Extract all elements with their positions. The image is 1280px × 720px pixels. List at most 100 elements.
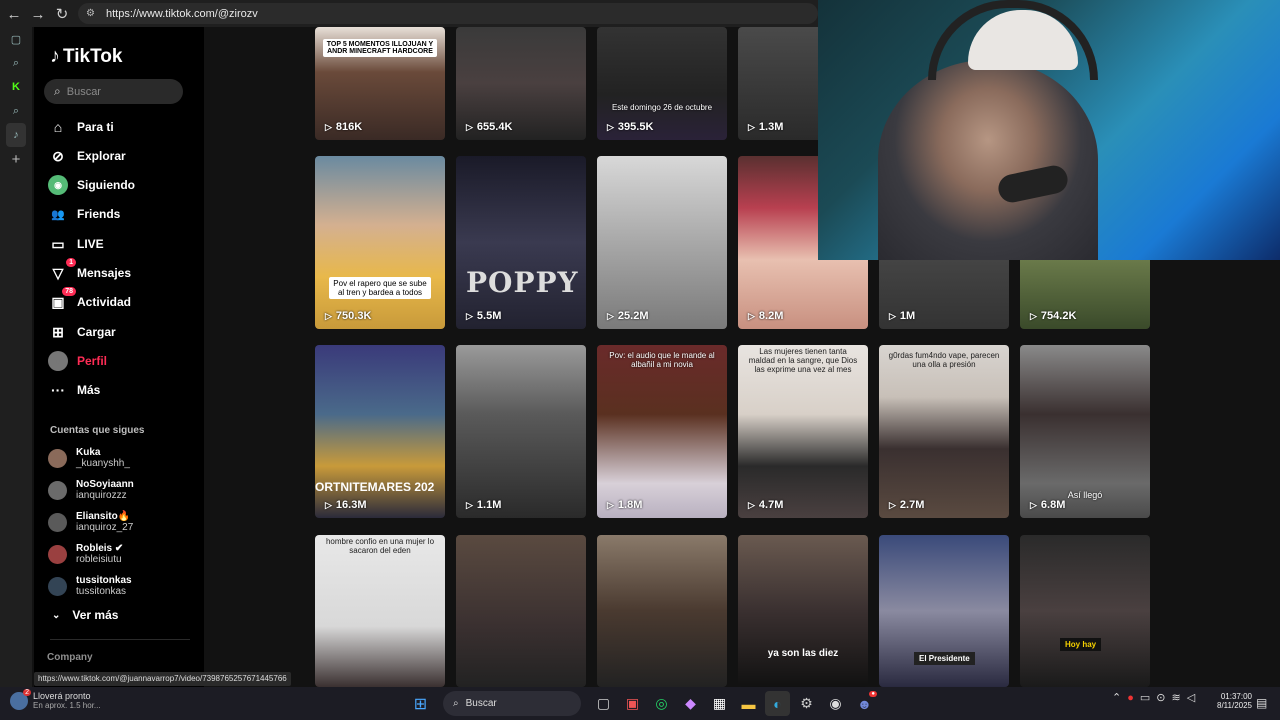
mic-icon[interactable]: ⊙ — [1156, 691, 1165, 704]
search-icon: ⌕ — [54, 84, 61, 98]
video-tile[interactable]: ▷ 25.2M — [597, 156, 727, 329]
site-info-icon[interactable]: ⚙ — [86, 8, 98, 20]
video-tile[interactable]: ORTNITEMARES 202 ▷ 16.3M — [315, 345, 445, 518]
tiktok-sidebar: ♪ TikTok ⌕ Buscar ⌂ Para ti ⊘ Explorar ◉… — [34, 27, 204, 687]
company-link[interactable]: Company — [47, 652, 93, 663]
avatar — [48, 576, 67, 596]
play-icon: ▷ — [607, 310, 614, 321]
sidebar-item-para-ti[interactable]: ⌂ Para ti — [48, 115, 114, 139]
weather-icon: 2 — [10, 688, 31, 710]
forward-icon[interactable]: → — [26, 2, 50, 26]
settings-icon[interactable]: ⚙ — [794, 691, 819, 716]
ver-mas-button[interactable]: ⌄ Ver más — [52, 608, 118, 622]
video-tile[interactable]: POPPY ▷ 5.5M — [456, 156, 586, 329]
play-icon: ▷ — [325, 310, 332, 321]
task-view-icon[interactable]: ▢ — [591, 691, 616, 716]
copilot-icon[interactable]: ◆ — [678, 691, 703, 716]
compass-icon: ⊘ — [52, 147, 64, 164]
play-icon: ▷ — [607, 499, 614, 510]
video-tile[interactable]: Este domingo 26 de octubre ▷ 395.5K — [597, 27, 727, 140]
discord-icon[interactable]: ☻ ● — [852, 691, 877, 716]
video-tile[interactable]: El Presidente — [879, 535, 1009, 687]
sidebar-item-mas[interactable]: ··· Más — [48, 378, 100, 402]
followed-account[interactable]: Eliansito🔥 ianquiroz_27 — [48, 507, 133, 537]
start-icon[interactable]: ⊞ — [408, 691, 433, 716]
video-tile[interactable]: g0rdas fum4ndo vape, parecen una olla a … — [879, 345, 1009, 518]
notification-icon[interactable]: ▤ — [1256, 696, 1267, 710]
sidebar-item-explorar[interactable]: ⊘ Explorar — [48, 144, 126, 168]
volume-icon[interactable]: ◁ — [1187, 691, 1195, 704]
play-icon: ▷ — [466, 310, 473, 321]
file-explorer-icon[interactable]: ▬ — [736, 691, 761, 716]
video-tile[interactable] — [456, 535, 586, 687]
video-tile[interactable]: ya son las diez — [738, 535, 868, 687]
divider — [50, 639, 190, 640]
whatsapp-icon[interactable]: ◎ — [649, 691, 674, 716]
edge-icon[interactable]: ◐ — [765, 691, 790, 716]
wifi-icon[interactable]: ≋ — [1172, 691, 1181, 704]
reload-icon[interactable]: ↻ — [50, 2, 74, 26]
video-tile[interactable]: Así llegó ▷ 6.8M — [1020, 345, 1150, 518]
url-text: https://www.tiktok.com/@zirozv — [106, 7, 258, 20]
sidebar-item-cargar[interactable]: ⊞ Cargar — [48, 320, 116, 344]
sidebar-item-mensajes[interactable]: ▽ 1 Mensajes — [48, 258, 131, 285]
profile-avatar-icon: ● — [48, 351, 68, 371]
play-icon: ▷ — [1030, 499, 1037, 510]
play-icon: ▷ — [325, 499, 332, 510]
chevron-up-icon[interactable]: ⌃ — [1112, 691, 1121, 704]
video-tile[interactable]: TOP 5 MOMENTOS ILLOJUAN Y ANDR MINECRAFT… — [315, 27, 445, 140]
activity-icon: ▣ 78 — [48, 287, 76, 312]
video-tile[interactable]: hombre confio en una mujer lo sacaron de… — [315, 535, 445, 687]
back-icon[interactable]: ← — [2, 2, 26, 26]
weather-widget[interactable]: 2 Lloverá pronto En aprox. 1.5 hor... — [10, 688, 101, 710]
play-icon: ▷ — [466, 121, 473, 132]
tab-panel-icon[interactable]: ▢ — [0, 27, 32, 51]
avatar — [48, 480, 67, 500]
activity-badge: 78 — [62, 287, 76, 296]
new-tab-icon[interactable]: + — [0, 147, 32, 171]
followed-account[interactable]: NoSoyiaann ianquirozzz — [48, 475, 134, 505]
search-icon: ⌕ — [453, 698, 459, 709]
address-bar[interactable]: ⚙ https://www.tiktok.com/@zirozv — [78, 3, 818, 24]
sidebar-item-actividad[interactable]: ▣ 78 Actividad — [48, 287, 131, 314]
avatar — [48, 544, 67, 564]
sidebar-item-siguiendo[interactable]: ◉ Siguiendo — [48, 173, 135, 197]
streamer-figure — [878, 60, 1098, 260]
tab-search-icon[interactable]: ⌕ — [0, 51, 32, 75]
video-tile[interactable] — [597, 535, 727, 687]
video-tile[interactable]: Pov el rapero que se sube al tren y bard… — [315, 156, 445, 329]
app-icon[interactable]: ▣ — [620, 691, 645, 716]
play-icon: ▷ — [748, 499, 755, 510]
tab-kick-icon[interactable]: K — [0, 75, 32, 99]
video-tile[interactable]: Pov: el audio que le mande al albañil a … — [597, 345, 727, 518]
sidebar-item-friends[interactable]: 👥 Friends — [48, 202, 120, 226]
windows-taskbar: 2 Lloverá pronto En aprox. 1.5 hor... ⊞ … — [0, 687, 1280, 720]
play-icon: ▷ — [889, 310, 896, 321]
video-tile[interactable]: Las mujeres tienen tanta maldad en la sa… — [738, 345, 868, 518]
tiktok-logo-icon: ♪ — [50, 45, 60, 67]
sidebar-item-perfil[interactable]: ● Perfil — [48, 349, 107, 373]
tab-search-icon-2[interactable]: ⌕ — [0, 99, 32, 123]
tray-app-icon[interactable]: ● — [1127, 692, 1134, 704]
search-input[interactable]: ⌕ Buscar — [44, 79, 183, 104]
sidebar-item-live[interactable]: ▭ LIVE — [48, 232, 103, 256]
taskbar-search[interactable]: ⌕ Buscar — [443, 691, 581, 716]
video-tile[interactable]: ▷ 1.1M — [456, 345, 586, 518]
system-tray: ⌃ ● ▭ ⊙ ≋ ◁ — [1112, 691, 1195, 705]
avatar — [48, 448, 67, 468]
video-tile[interactable]: ▷ 655.4K — [456, 27, 586, 140]
store-icon[interactable]: ▦ — [707, 691, 732, 716]
camera-icon[interactable]: ▭ — [1140, 691, 1150, 704]
tab-tiktok-icon[interactable]: ♪ — [6, 123, 26, 147]
obs-icon[interactable]: ◉ — [823, 691, 848, 716]
followed-account[interactable]: Kuka _kuanyshh_ — [48, 443, 130, 473]
play-icon: ▷ — [325, 121, 332, 132]
status-url-tooltip: https://www.tiktok.com/@juannavarrop7/vi… — [34, 672, 291, 686]
video-tile[interactable]: Hoy hay — [1020, 535, 1150, 687]
webcam-overlay — [818, 0, 1280, 260]
followed-account[interactable]: tussitonkas tussitonkas — [48, 571, 132, 601]
messages-icon: ▽ 1 — [48, 258, 76, 283]
tiktok-logo[interactable]: ♪ TikTok — [50, 45, 122, 68]
clock[interactable]: 01:37:00 8/11/2025 — [1208, 692, 1252, 710]
followed-account[interactable]: Robleis ✔ robleisiutu — [48, 539, 123, 569]
